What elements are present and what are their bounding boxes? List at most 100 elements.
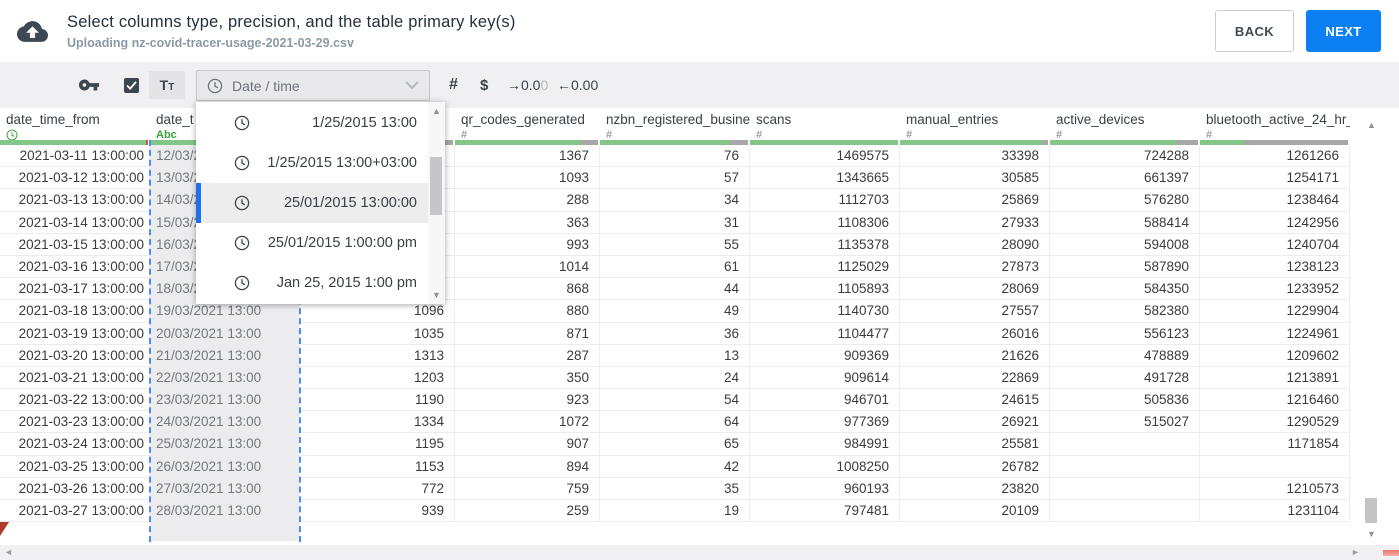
date-format-option-label: Jan 25, 2015 1:00 pm: [276, 275, 417, 291]
table-cell: 772: [300, 477, 455, 500]
quality-bar-segment-green: [1200, 140, 1245, 145]
scroll-right-icon[interactable]: ►: [1351, 545, 1360, 560]
date-format-option[interactable]: 25/01/2015 1:00:00 pm: [196, 223, 428, 263]
table-cell: 27557: [900, 300, 1050, 323]
table-cell: 65: [600, 433, 750, 456]
column-name: bluetooth_active_24_hr_: [1206, 112, 1350, 127]
scroll-up-icon[interactable]: ▲: [428, 106, 445, 116]
table-cell: 1233952: [1200, 278, 1350, 301]
dropdown-scroll-thumb[interactable]: [430, 157, 442, 215]
table-cell: 1195: [300, 433, 455, 456]
next-button[interactable]: NEXT: [1306, 10, 1381, 52]
page-title: Select columns type, precision, and the …: [67, 12, 516, 31]
date-format-select[interactable]: Date / time: [196, 70, 430, 101]
table-cell: 1231104: [1200, 500, 1350, 523]
table-cell: [1200, 455, 1350, 478]
key-icon: [78, 74, 100, 96]
column-header-bluetooth_active_24_hr_[interactable]: bluetooth_active_24_hr_ #: [1200, 108, 1350, 145]
table-cell: 1254171: [1200, 167, 1350, 190]
date-format-option-label: 25/01/2015 13:00:00: [283, 195, 417, 211]
table-cell: 1216460: [1200, 389, 1350, 412]
column-header-date_time_from[interactable]: date_time_from: [0, 108, 150, 145]
table-cell: [1050, 433, 1200, 456]
table-cell: 31: [600, 211, 750, 234]
table-cell: 64: [600, 411, 750, 434]
include-column-checkbox[interactable]: [124, 62, 139, 108]
table-cell: 1153: [300, 455, 455, 478]
column-header-qr_codes_generated[interactable]: qr_codes_generated #: [455, 108, 600, 145]
table-cell: 1334: [300, 411, 455, 434]
table-cell: 2021-03-18 13:00:00: [0, 300, 150, 323]
number-type-button[interactable]: #: [449, 62, 458, 108]
horizontal-scroll-thumb[interactable]: [1383, 550, 1399, 556]
currency-type-button[interactable]: $: [480, 62, 488, 108]
table-cell: 505836: [1050, 389, 1200, 412]
table-cell: 57: [600, 167, 750, 190]
selected-column-highlight: [150, 522, 300, 542]
decrease-decimal-button[interactable]: →0.0 0: [507, 62, 548, 108]
table-row: 2021-03-19 13:00:00 20/03/2021 13:00 1035 8…: [0, 322, 1399, 345]
column-header-nzbn_registered_busine[interactable]: nzbn_registered_busine #: [600, 108, 750, 145]
vertical-scrollbar[interactable]: ▲ ▼: [1363, 108, 1380, 545]
quality-bar-segment-green: [0, 140, 146, 145]
table-row: 2021-03-27 13:00:00 28/03/2021 13:00 939 25…: [0, 500, 1399, 523]
table-cell: 1035: [300, 322, 455, 345]
table-cell: 588414: [1050, 211, 1200, 234]
table-cell: 27873: [900, 255, 1050, 279]
table-cell: 76: [600, 145, 750, 168]
horizontal-scrollbar[interactable]: ◄ ►: [0, 545, 1399, 560]
table-cell: 2021-03-13 13:00:00: [0, 189, 150, 212]
table-cell: 49: [600, 300, 750, 323]
date-format-option[interactable]: 25/01/2015 13:00:00: [196, 183, 428, 223]
table-cell: 27933: [900, 211, 1050, 234]
table-cell: 871: [455, 322, 600, 345]
dropdown-scrollbar[interactable]: ▲ ▼: [428, 102, 445, 304]
table-cell: 587890: [1050, 255, 1200, 279]
table-cell: 907: [455, 433, 600, 456]
clock-icon: [234, 275, 250, 291]
scroll-up-icon[interactable]: ▲: [1363, 120, 1380, 130]
table-row: 2021-03-26 13:00:00 27/03/2021 13:00 772 75…: [0, 477, 1399, 500]
table-cell: 34: [600, 189, 750, 212]
table-cell: 1238123: [1200, 255, 1350, 279]
primary-key-button[interactable]: [78, 62, 100, 108]
table-cell: 25869: [900, 189, 1050, 212]
scroll-down-icon[interactable]: ▼: [1363, 529, 1380, 539]
column-quality-bar: [455, 140, 598, 145]
increase-decimal-button[interactable]: ←0.00: [557, 62, 598, 108]
table-cell: 1367: [455, 145, 600, 168]
scroll-left-icon[interactable]: ◄: [4, 545, 13, 560]
clock-icon: [234, 115, 250, 131]
table-cell: 1261266: [1200, 145, 1350, 168]
quality-bar-segment-gray: [728, 140, 748, 145]
date-format-option[interactable]: 1/25/2015 13:00: [196, 103, 428, 143]
table-cell: 23820: [900, 477, 1050, 500]
table-cell: 993: [455, 233, 600, 256]
table-cell: 1108306: [750, 211, 900, 234]
table-cell: 1171854: [1200, 433, 1350, 456]
table-cell: 584350: [1050, 278, 1200, 301]
table-cell: 24/03/2021 13:00: [150, 411, 300, 434]
quality-bar-segment-gray: [1244, 140, 1348, 145]
table-row: 2021-03-23 13:00:00 24/03/2021 13:00 1334 1…: [0, 411, 1399, 434]
date-format-option[interactable]: Jan 25, 2015 1:00 pm: [196, 263, 428, 303]
back-button[interactable]: BACK: [1215, 10, 1294, 52]
scroll-down-icon[interactable]: ▼: [428, 290, 445, 300]
column-header-scans[interactable]: scans #: [750, 108, 900, 145]
table-cell: 2021-03-21 13:00:00: [0, 366, 150, 390]
table-cell: 1242956: [1200, 211, 1350, 234]
column-header-manual_entries[interactable]: manual_entries #: [900, 108, 1050, 145]
table-cell: 1290529: [1200, 411, 1350, 434]
table-cell: 556123: [1050, 322, 1200, 345]
table-cell: 23/03/2021 13:00: [150, 389, 300, 412]
table-cell: [1050, 500, 1200, 523]
table-cell: 2021-03-16 13:00:00: [0, 255, 150, 279]
table-cell: 27/03/2021 13:00: [150, 477, 300, 500]
date-format-option[interactable]: 1/25/2015 13:00+03:00: [196, 143, 428, 183]
column-header-active_devices[interactable]: active_devices #: [1050, 108, 1200, 145]
text-type-button[interactable]: Tt: [149, 71, 185, 99]
table-cell: [1050, 477, 1200, 500]
table-cell: 2021-03-15 13:00:00: [0, 233, 150, 256]
vertical-scroll-thumb[interactable]: [1365, 498, 1377, 523]
table-cell: 2021-03-26 13:00:00: [0, 477, 150, 500]
